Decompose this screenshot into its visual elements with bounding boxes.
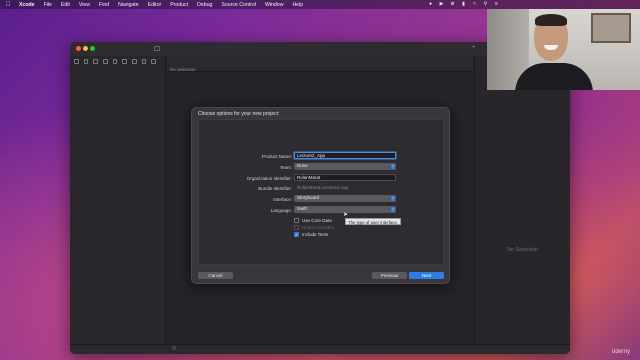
product-name-label: Product Name:	[261, 154, 292, 159]
find-icon[interactable]	[103, 59, 108, 64]
symbol-icon[interactable]	[93, 59, 99, 64]
chevron-up-down-icon: ↕	[391, 196, 395, 201]
menu-window[interactable]: Window	[265, 2, 283, 8]
breakpoint-icon[interactable]	[141, 59, 147, 64]
interface-tooltip: The type of user interface.	[345, 218, 401, 225]
source-control-icon[interactable]	[83, 59, 89, 64]
bottom-bar	[70, 344, 570, 354]
zoom-window-icon[interactable]	[90, 46, 95, 51]
include-tests-label: Include Tests	[302, 232, 329, 237]
menu-bar:  Xcode File Edit View Find Navigate Edi…	[0, 0, 640, 9]
control-center-icon[interactable]: ≡	[494, 2, 499, 7]
next-button[interactable]: Next	[409, 272, 444, 279]
org-id-field[interactable]: RolanMarat	[294, 174, 396, 181]
host-in-cloudkit-row: Host in CloudKit	[294, 225, 334, 230]
product-name-field[interactable]: Lecture2_App	[294, 152, 396, 159]
menu-help[interactable]: Help	[292, 2, 303, 8]
record-icon[interactable]: ●	[428, 2, 433, 7]
webcam-background-frame	[591, 13, 631, 43]
menu-editor[interactable]: Editor	[148, 2, 162, 8]
team-popup[interactable]: None ↕	[294, 163, 396, 170]
menu-file[interactable]: File	[44, 2, 52, 8]
org-id-label: Organization Identifier:	[246, 176, 292, 181]
options-panel: Product Name: Lecture2_App Team: None ↕ …	[198, 119, 444, 265]
menu-navigate[interactable]: Navigate	[118, 2, 138, 8]
issue-icon[interactable]	[112, 59, 118, 64]
use-core-data-label: Use Core Data	[302, 218, 332, 223]
battery-icon[interactable]: ▮	[461, 2, 466, 7]
menu-app-name[interactable]: Xcode	[19, 2, 35, 8]
menu-view[interactable]: View	[79, 2, 90, 8]
use-core-data-row[interactable]: Use Core Data	[294, 218, 332, 223]
sheet-title: Choose options for your new project:	[198, 111, 280, 117]
previous-button[interactable]: Previous	[372, 272, 407, 279]
inspector-no-selection: No Selection	[507, 247, 539, 253]
status-area: ● ▶ ⊛ ▮ ≈ ⚲ ≡	[428, 0, 505, 9]
apple-icon[interactable]: 	[6, 2, 13, 8]
inspector-pane	[474, 56, 570, 354]
bluetooth-icon[interactable]: ⊛	[450, 2, 455, 7]
include-tests-checkbox[interactable]: ✓	[294, 232, 299, 237]
menu-product[interactable]: Product	[170, 2, 188, 8]
navigator-tabs	[70, 56, 165, 67]
host-in-cloudkit-label: Host in CloudKit	[302, 225, 335, 230]
team-value: None	[297, 163, 308, 168]
include-tests-row[interactable]: ✓ Include Tests	[294, 232, 328, 237]
bundle-id-label: Bundle Identifier:	[258, 186, 292, 191]
cancel-button[interactable]: Cancel	[198, 272, 233, 279]
host-in-cloudkit-checkbox	[294, 225, 299, 230]
debug-icon[interactable]	[132, 59, 137, 64]
mouse-pointer-icon: ➤	[343, 212, 349, 218]
bundle-id-value: RolanMarat.Lecture2-App	[297, 185, 349, 190]
test-icon[interactable]	[122, 59, 128, 64]
play-icon[interactable]: ▶	[439, 2, 444, 7]
new-project-sheet: Choose options for your new project: Pro…	[191, 107, 450, 284]
team-label: Team:	[279, 165, 292, 170]
navigator-pane	[70, 56, 166, 354]
chevron-up-down-icon: ↕	[391, 207, 395, 212]
folder-icon[interactable]	[74, 59, 79, 64]
minimize-window-icon[interactable]	[83, 46, 88, 51]
chevron-up-down-icon: ↕	[391, 164, 395, 169]
add-icon[interactable]: +	[472, 45, 476, 51]
menu-source-control[interactable]: Source Control	[221, 2, 256, 8]
use-core-data-checkbox[interactable]	[294, 218, 299, 223]
menu-find[interactable]: Find	[99, 2, 109, 8]
webcam-overlay	[487, 9, 640, 90]
close-window-icon[interactable]	[76, 46, 81, 51]
menu-debug[interactable]: Debug	[197, 2, 212, 8]
editor-jump-bar	[167, 56, 473, 72]
udemy-watermark: ûdemy	[612, 349, 631, 355]
sidebar-toggle-icon[interactable]	[154, 46, 160, 51]
interface-value: Storyboard	[297, 195, 320, 200]
webcam-person-hair	[535, 14, 567, 26]
language-label: Language:	[270, 208, 292, 213]
filter-icon[interactable]: ◎	[172, 345, 176, 351]
editor-path: No Selection	[170, 67, 196, 72]
interface-popup[interactable]: Storyboard ↕	[294, 195, 396, 202]
interface-label: Interface:	[273, 197, 292, 202]
report-icon[interactable]	[151, 59, 157, 64]
language-value: Swift	[297, 206, 307, 211]
menu-edit[interactable]: Edit	[61, 2, 70, 8]
wifi-icon[interactable]: ≈	[472, 2, 477, 7]
search-icon[interactable]: ⚲	[483, 2, 488, 7]
